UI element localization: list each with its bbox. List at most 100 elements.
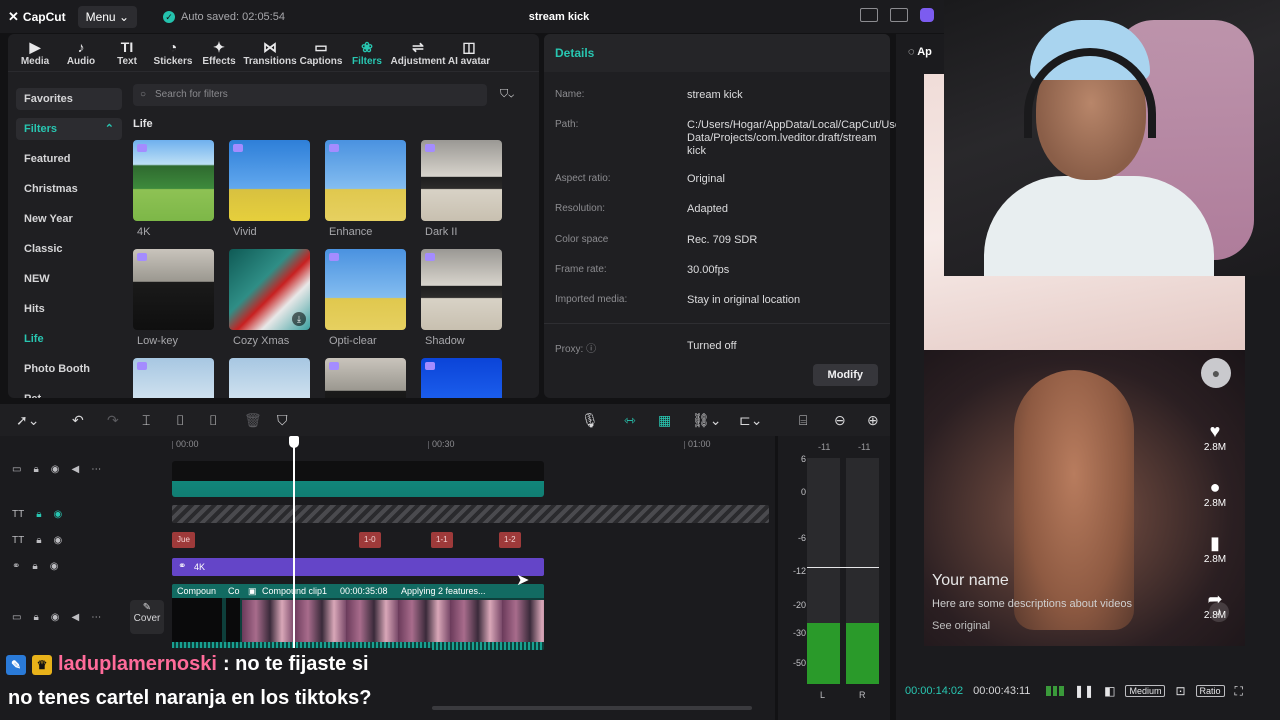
- menu-button[interactable]: Menu ⌄: [77, 5, 137, 28]
- tab-adjustment[interactable]: ⇌ Adjustment: [390, 38, 446, 71]
- lock-icon[interactable]: 🔒︎: [32, 561, 37, 572]
- audio-meters: -11 -11 6 0 -6 -12 -20 -30 -50 L R: [778, 436, 890, 720]
- filter-thumb-dark-ii[interactable]: [421, 140, 502, 221]
- comment-icon: ●: [1209, 477, 1221, 497]
- sidebar-item-hits[interactable]: Hits: [16, 294, 122, 324]
- sidebar-item-classic[interactable]: Classic: [16, 234, 122, 264]
- lock-icon[interactable]: 🔒︎: [36, 509, 41, 520]
- split-icon[interactable]: ⌶: [142, 412, 150, 429]
- eye-icon[interactable]: ◉: [54, 535, 63, 546]
- split-right-icon[interactable]: ⌷: [209, 412, 217, 429]
- text-clip[interactable]: Jue: [172, 532, 195, 548]
- layout-icon[interactable]: [860, 8, 878, 22]
- fullscreen-icon[interactable]: ⛶: [1235, 684, 1243, 699]
- sidebar-item-new-year[interactable]: New Year: [16, 204, 122, 234]
- sidebar-item-featured[interactable]: Featured: [16, 144, 122, 174]
- overlay-clip[interactable]: [172, 461, 544, 497]
- eye-icon[interactable]: ◉: [51, 612, 60, 623]
- snapshot-icon[interactable]: ◧: [1104, 684, 1115, 698]
- select-tool-icon[interactable]: ➚⌄: [16, 412, 39, 429]
- webcam-overlay: [944, 0, 1280, 276]
- eye-icon[interactable]: ◉: [51, 464, 60, 475]
- volume-icon[interactable]: ◀︎: [72, 612, 80, 623]
- pro-icon[interactable]: [920, 8, 934, 22]
- preview-icon[interactable]: ⌸: [799, 412, 807, 429]
- player-tab[interactable]: ◌ Ap: [908, 46, 932, 58]
- tab-transitions[interactable]: ⋈ Transitions: [242, 38, 298, 71]
- search-input[interactable]: ○ Search for filters: [133, 84, 487, 106]
- sidebar-item-christmas[interactable]: Christmas: [16, 174, 122, 204]
- clip-label: Co: [228, 586, 240, 596]
- eye-icon[interactable]: ◉: [54, 509, 63, 520]
- tab-media[interactable]: ▶ Media: [12, 38, 58, 71]
- align-icon[interactable]: ⊏⌄: [739, 412, 762, 429]
- video-person: [1014, 370, 1134, 630]
- text-clip[interactable]: 1-2: [499, 532, 521, 548]
- split-left-icon[interactable]: ⌷: [176, 412, 184, 429]
- shield-icon[interactable]: ⛉: [277, 412, 288, 429]
- undo-icon[interactable]: ↶: [72, 412, 84, 429]
- sidebar-item-life[interactable]: Life: [16, 324, 122, 354]
- filter-thumb[interactable]: [325, 358, 406, 398]
- filter-thumb[interactable]: [421, 358, 502, 398]
- more-icon[interactable]: ⋯: [91, 464, 101, 475]
- sidebar-item-new[interactable]: NEW: [16, 264, 122, 294]
- tab-filters[interactable]: ❀ Filters: [344, 38, 390, 71]
- sidebar-item-filters[interactable]: Filters ⌃: [16, 118, 122, 140]
- ratio-button[interactable]: Ratio: [1195, 685, 1225, 697]
- filter-clip[interactable]: ⚭ 4K: [172, 558, 544, 576]
- volume-icon[interactable]: ◀︎: [72, 464, 80, 475]
- filter-thumb-low-key[interactable]: [133, 249, 214, 330]
- fit-icon[interactable]: ⊡: [1175, 684, 1185, 698]
- sidebar-item-photo-booth[interactable]: Photo Booth: [16, 354, 122, 384]
- lock-icon[interactable]: 🔒︎: [36, 535, 41, 546]
- timeline-scrollbar[interactable]: [432, 706, 752, 710]
- keyboard-icon[interactable]: [890, 8, 908, 22]
- filter-thumb[interactable]: [229, 358, 310, 398]
- tab-stickers[interactable]: ◔ Stickers: [150, 38, 196, 71]
- tab-effects[interactable]: ✦ Effects: [196, 38, 242, 71]
- filter-thumb-cozy-xmas[interactable]: ⤓: [229, 249, 310, 330]
- info-icon[interactable]: ⓘ: [586, 344, 596, 355]
- detail-value: Stay in original location: [687, 294, 801, 306]
- filter-thumb-shadow[interactable]: [421, 249, 502, 330]
- filter-thumb[interactable]: [133, 358, 214, 398]
- main-video-track[interactable]: Compoun Co ▣ Compound clip1 00:00:35:08 …: [172, 584, 544, 650]
- lock-icon[interactable]: 🔒︎: [33, 464, 38, 475]
- sidebar-item-pet[interactable]: Pet: [16, 384, 122, 398]
- redo-icon[interactable]: ↷: [107, 412, 119, 429]
- tiktok-likes: ♥ 2.8M: [1195, 420, 1235, 453]
- zoom-in-icon[interactable]: ⊕: [867, 412, 879, 429]
- download-icon[interactable]: ⤓: [292, 312, 306, 326]
- lock-icon[interactable]: 🔒︎: [33, 612, 38, 623]
- cover-button[interactable]: ✎ Cover: [130, 600, 164, 634]
- tab-captions[interactable]: ▭ Captions: [298, 38, 344, 71]
- hatched-clip[interactable]: [172, 505, 769, 523]
- pause-icon[interactable]: ❚❚: [1074, 684, 1094, 698]
- text-clip[interactable]: 1-1: [431, 532, 453, 548]
- filter-thumb-enhance[interactable]: [325, 140, 406, 221]
- modify-button[interactable]: Modify: [812, 364, 878, 386]
- sidebar-item-favorites[interactable]: Favorites: [16, 88, 122, 110]
- details-panel: Details Name: stream kick Path: C:/Users/H…: [544, 34, 905, 398]
- filter-thumb-opti-clear[interactable]: [325, 249, 406, 330]
- time-ruler[interactable]: 00:00 00:30 01:00: [172, 436, 772, 452]
- chain-icon[interactable]: ⛓⌄: [692, 412, 722, 429]
- tab-ai-avatar[interactable]: ◫ AI avatar: [446, 38, 492, 71]
- track-type-icon: ▭: [12, 464, 22, 475]
- zoom-out-icon[interactable]: ⊖: [834, 412, 846, 429]
- magnet-icon[interactable]: ▦: [658, 412, 671, 429]
- more-icon[interactable]: ⋯: [91, 612, 101, 623]
- link-clips-icon[interactable]: ⇿: [624, 412, 636, 429]
- filter-sort-icon[interactable]: ⛉⌄: [500, 88, 514, 101]
- filter-thumb-vivid[interactable]: [229, 140, 310, 221]
- filter-thumb-4k[interactable]: [133, 140, 214, 221]
- text-clip[interactable]: 1-0: [359, 532, 381, 548]
- playhead-handle[interactable]: [289, 436, 299, 448]
- eye-icon[interactable]: ◉: [50, 561, 59, 572]
- tab-audio[interactable]: ♪ Audio: [58, 38, 104, 71]
- microphone-icon[interactable]: 🎙: [581, 412, 599, 429]
- quality-button[interactable]: Medium: [1125, 685, 1166, 697]
- tab-text[interactable]: TI Text: [104, 38, 150, 71]
- delete-icon[interactable]: 🗑: [244, 412, 262, 429]
